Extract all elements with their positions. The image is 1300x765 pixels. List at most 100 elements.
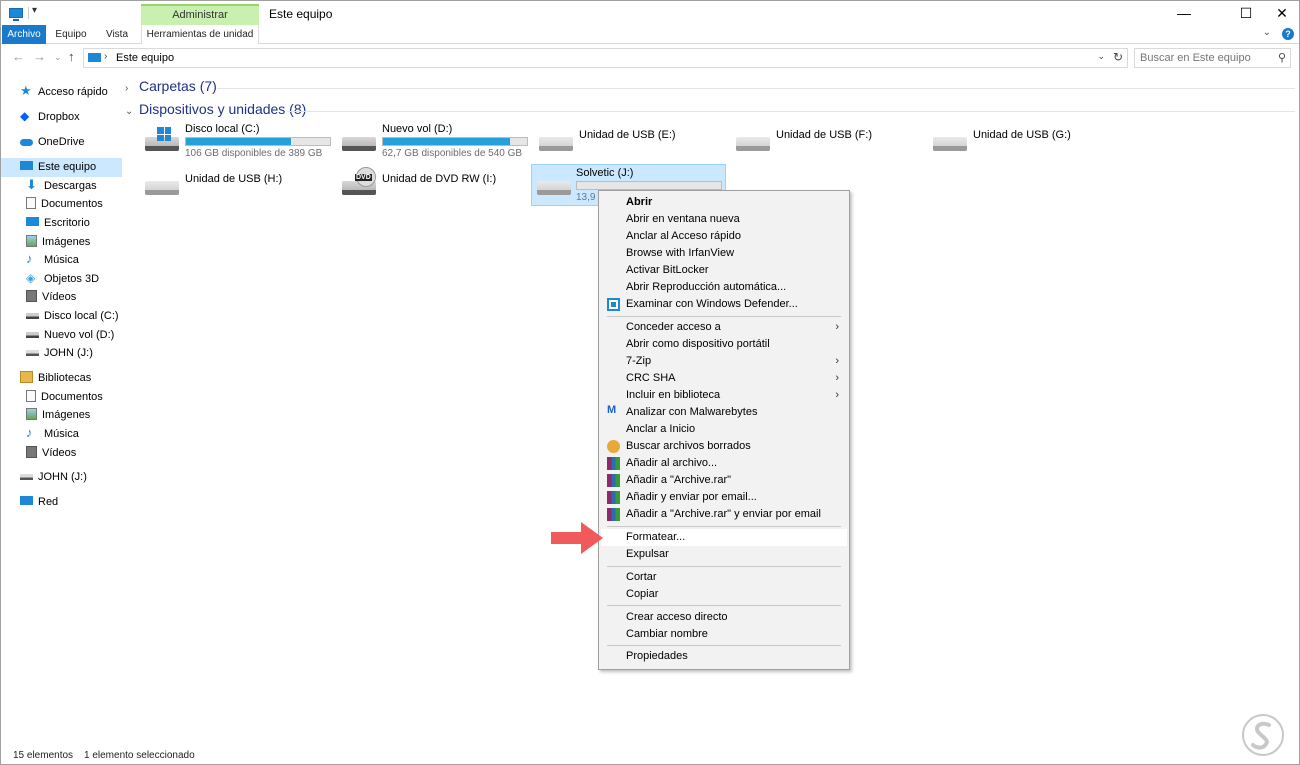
sidebar-item-label: Acceso rápido [38, 86, 108, 98]
drive-name: Nuevo vol (D:) [382, 123, 453, 135]
search-icon[interactable]: ⚲ [1278, 51, 1286, 64]
menu-item-abrir-reproduccion-automatica[interactable]: Abrir Reproducción automática... [601, 279, 847, 296]
address-bar[interactable]: › Este equipo ⌄ ↻ [83, 48, 1128, 68]
menu-item-crear-acceso-directo[interactable]: Crear acceso directo [601, 609, 847, 626]
breadcrumb[interactable]: Este equipo [116, 52, 174, 64]
drive-dvd-rw-i[interactable]: DVD Unidad de DVD RW (I:) [332, 167, 527, 209]
menu-item-abrir-dispositivo-portatil[interactable]: Abrir como dispositivo portátil [601, 336, 847, 353]
drive-usb-h[interactable]: Unidad de USB (H:) [135, 167, 330, 209]
sidebar-item-dropbox[interactable]: ◆ Dropbox [20, 108, 120, 127]
cube-icon: ◈ [26, 271, 36, 286]
menu-item-formatear[interactable]: Formatear... [601, 529, 847, 546]
chevron-right-icon[interactable]: › [125, 83, 135, 94]
menu-item-anadir-archivo[interactable]: Añadir al archivo... [601, 455, 847, 472]
sidebar-item-john-j-root[interactable]: JOHN (J:) [20, 468, 120, 487]
recent-dropdown-icon[interactable]: ⌄ [54, 52, 62, 63]
sidebar-item-label: Vídeos [42, 291, 77, 303]
computer-icon[interactable] [9, 8, 23, 21]
tab-vista[interactable]: Vista [98, 25, 136, 44]
sidebar-item-este-equipo[interactable]: Este equipo [1, 158, 122, 177]
menu-item-label: 7-Zip [626, 355, 652, 367]
menu-item-propiedades[interactable]: Propiedades [601, 648, 847, 665]
group-header-dispositivos[interactable]: ⌄ Dispositivos y unidades (8) [125, 101, 306, 121]
minimize-button[interactable]: — [1161, 1, 1207, 25]
menu-item-crc-sha[interactable]: CRC SHA › [601, 370, 847, 387]
search-input[interactable] [1140, 52, 1270, 64]
drive-usb-g[interactable]: Unidad de USB (G:) [923, 123, 1118, 165]
drive-usb-e[interactable]: Unidad de USB (E:) [529, 123, 724, 165]
menu-item-7zip[interactable]: 7-Zip › [601, 353, 847, 370]
sidebar-item-descargas[interactable]: ⬇ Descargas [26, 177, 122, 196]
chevron-down-icon[interactable]: ⌄ [1263, 27, 1271, 38]
menu-item-cortar[interactable]: Cortar [601, 569, 847, 586]
menu-item-label: Analizar con Malwarebytes [626, 406, 758, 418]
menu-item-label: Añadir a "Archive.rar" y enviar por emai… [626, 508, 821, 520]
chevron-down-icon[interactable]: ⌄ [1097, 51, 1105, 62]
divider [287, 111, 1295, 112]
menu-item-label: Examinar con Windows Defender... [626, 298, 798, 310]
sidebar-item-objetos-3d[interactable]: ◈ Objetos 3D [26, 270, 122, 289]
resize-grip[interactable] [1275, 739, 1293, 757]
group-header-carpetas[interactable]: › Carpetas (7) [125, 78, 217, 98]
menu-item-anadir-archive-rar-enviar-email[interactable]: Añadir a "Archive.rar" y enviar por emai… [601, 506, 847, 523]
quick-access-toolbar-dropdown[interactable]: ▾ [32, 5, 37, 16]
sidebar-item-videos[interactable]: Vídeos [26, 288, 122, 307]
sidebar-item-documentos[interactable]: Documentos [26, 195, 122, 214]
menu-item-anadir-archive-rar[interactable]: Añadir a "Archive.rar" [601, 472, 847, 489]
sidebar-item-bibliotecas-videos[interactable]: Vídeos [26, 444, 122, 463]
drive-disco-local-c[interactable]: Disco local (C:) 106 GB disponibles de 3… [135, 123, 331, 165]
tab-herramientas-de-unidad[interactable]: Herramientas de unidad [141, 25, 259, 44]
breadcrumb-chevron-icon[interactable]: › [104, 51, 107, 62]
menu-item-expulsar[interactable]: Expulsar [601, 546, 847, 563]
menu-item-copiar[interactable]: Copiar [601, 586, 847, 603]
drive-free-space: 106 GB disponibles de 389 GB [185, 148, 323, 159]
menu-item-incluir-biblioteca[interactable]: Incluir en biblioteca › [601, 387, 847, 404]
menu-item-conceder-acceso[interactable]: Conceder acceso a › [601, 319, 847, 336]
close-button[interactable]: ✕ [1259, 1, 1300, 25]
sidebar-item-musica[interactable]: ♪ Música [26, 251, 122, 270]
help-icon[interactable]: ? [1282, 28, 1294, 40]
sidebar-item-disco-local-c[interactable]: Disco local (C:) [26, 307, 122, 326]
sidebar-item-bibliotecas-documentos[interactable]: Documentos [26, 388, 122, 407]
ribbon-tabs: Archivo Equipo Vista Herramientas de uni… [1, 25, 1299, 44]
tab-equipo[interactable]: Equipo [49, 25, 93, 44]
sidebar-item-label: JOHN (J:) [44, 347, 93, 359]
drive-name: Unidad de DVD RW (I:) [382, 173, 497, 185]
menu-item-buscar-archivos-borrados[interactable]: Buscar archivos borrados [601, 438, 847, 455]
winrar-icon [607, 491, 620, 504]
refresh-icon[interactable]: ↻ [1113, 50, 1123, 64]
forward-arrow-icon[interactable]: → [33, 49, 46, 64]
sidebar-item-nuevo-vol-d[interactable]: Nuevo vol (D:) [26, 326, 122, 345]
menu-item-analizar-malwarebytes[interactable]: M Analizar con Malwarebytes [601, 404, 847, 421]
menu-item-activar-bitlocker[interactable]: Activar BitLocker [601, 262, 847, 279]
sidebar-item-red[interactable]: Red [20, 493, 120, 512]
menu-item-abrir[interactable]: Abrir [601, 194, 847, 211]
menu-item-examinar-windows-defender[interactable]: Examinar con Windows Defender... [601, 296, 847, 313]
drive-nuevo-vol-d[interactable]: Nuevo vol (D:) 62,7 GB disponibles de 54… [332, 123, 528, 165]
menu-separator [607, 605, 841, 606]
sidebar-item-imagenes[interactable]: Imágenes [26, 233, 122, 252]
menu-item-label: CRC SHA [626, 372, 676, 384]
sidebar-item-bibliotecas-imagenes[interactable]: Imágenes [26, 406, 122, 425]
menu-item-anclar-acceso-rapido[interactable]: Anclar al Acceso rápido [601, 228, 847, 245]
sidebar-item-onedrive[interactable]: OneDrive [20, 133, 120, 152]
menu-item-cambiar-nombre[interactable]: Cambiar nombre [601, 626, 847, 643]
drive-name: Unidad de USB (F:) [776, 129, 872, 141]
drive-usb-f[interactable]: Unidad de USB (F:) [726, 123, 921, 165]
menu-item-browse-irfanview[interactable]: Browse with IrfanView [601, 245, 847, 262]
back-arrow-icon[interactable]: ← [12, 49, 25, 64]
sidebar-item-label: Vídeos [42, 447, 77, 459]
sidebar-item-bibliotecas[interactable]: Bibliotecas [20, 369, 120, 388]
sidebar-item-bibliotecas-musica[interactable]: ♪ Música [26, 425, 122, 444]
menu-item-anadir-enviar-email[interactable]: Añadir y enviar por email... [601, 489, 847, 506]
sidebar-item-label: Bibliotecas [38, 372, 92, 384]
sidebar-item-escritorio[interactable]: Escritorio [26, 214, 122, 233]
chevron-down-icon[interactable]: ⌄ [125, 106, 135, 117]
sidebar-item-acceso-rapido[interactable]: ★ Acceso rápido [20, 83, 120, 102]
tab-archivo[interactable]: Archivo [2, 25, 46, 44]
sidebar-item-john-j[interactable]: JOHN (J:) [26, 344, 122, 363]
menu-item-anclar-inicio[interactable]: Anclar a Inicio [601, 421, 847, 438]
search-box[interactable]: ⚲ [1134, 48, 1291, 68]
up-arrow-icon[interactable]: ↑ [68, 49, 75, 64]
menu-item-abrir-ventana-nueva[interactable]: Abrir en ventana nueva [601, 211, 847, 228]
